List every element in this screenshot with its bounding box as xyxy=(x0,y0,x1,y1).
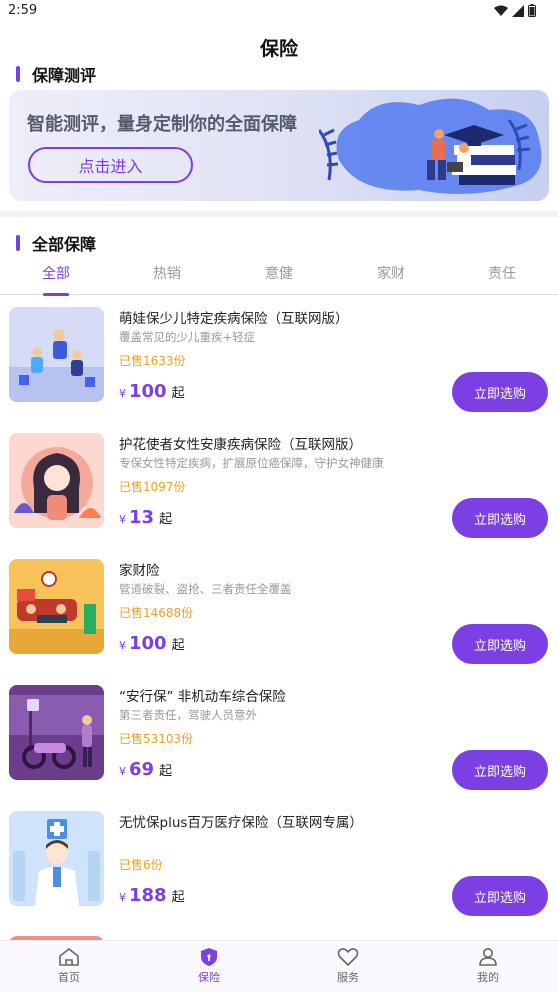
product-description: 专保女性特定疾病，扩展原位癌保障，守护女神健康 xyxy=(119,456,384,470)
product-price: ¥ 100 起 xyxy=(119,633,185,654)
assessment-enter-button[interactable]: 点击进入 xyxy=(28,147,193,183)
product-price: ¥ 188 起 xyxy=(119,885,185,906)
product-item[interactable]: 萌娃保少儿特定疾病保险（互联网版） 覆盖常见的少儿重疾+轻症 已售1633份 ¥… xyxy=(0,307,558,427)
nav-service-label: 服务 xyxy=(337,971,359,984)
buy-now-button[interactable]: 立即选购 xyxy=(452,372,548,412)
currency-symbol: ¥ xyxy=(119,387,126,400)
tab-home-property[interactable]: 家财 xyxy=(356,263,426,283)
price-unit: 起 xyxy=(171,890,185,905)
tab-liability[interactable]: 责任 xyxy=(467,263,537,283)
currency-symbol: ¥ xyxy=(119,891,126,904)
currency-symbol: ¥ xyxy=(119,765,126,778)
product-sold-count: 已售53103份 xyxy=(119,732,194,746)
product-sold-count: 已售14688份 xyxy=(119,606,194,620)
all-products-section-header: 全部保障 xyxy=(16,231,96,255)
product-price: ¥ 100 起 xyxy=(119,381,185,402)
battery-icon xyxy=(528,4,536,17)
nav-insurance[interactable]: 保险 xyxy=(174,947,244,985)
assessment-section-header: 保障测评 xyxy=(16,62,96,86)
product-sold-count: 已售1633份 xyxy=(119,354,186,368)
user-icon xyxy=(479,948,497,966)
product-sold-count: 已售6份 xyxy=(119,858,163,872)
product-sold-count: 已售1097份 xyxy=(119,480,186,494)
buy-now-button[interactable]: 立即选购 xyxy=(452,624,548,664)
currency-symbol: ¥ xyxy=(119,513,126,526)
product-price: ¥ 13 起 xyxy=(119,507,172,528)
nav-service[interactable]: 服务 xyxy=(313,947,383,985)
product-item[interactable]: 家财险 管道破裂、盗抢、三者责任全覆盖 已售14688份 ¥ 100 起 立即选… xyxy=(0,559,558,679)
product-item[interactable]: 无忧保plus百万医疗保险（互联网专属） 已售6份 ¥ 188 起 立即选购 xyxy=(0,811,558,931)
section-accent-bar xyxy=(16,66,20,82)
nav-mine[interactable]: 我的 xyxy=(453,947,523,985)
tab-accident-health[interactable]: 意健 xyxy=(244,263,314,283)
currency-symbol: ¥ xyxy=(119,639,126,652)
assessment-banner[interactable]: 智能测评，量身定制你的全面保障 点击进入 xyxy=(9,90,549,201)
product-description: 覆盖常见的少儿重疾+轻症 xyxy=(119,330,256,344)
buy-now-button[interactable]: 立即选购 xyxy=(452,876,548,916)
category-tabs: 全部 热销 意健 家财 责任 xyxy=(0,257,558,296)
nav-insurance-label: 保险 xyxy=(198,971,220,984)
product-price: ¥ 69 起 xyxy=(119,759,172,780)
tab-all[interactable]: 全部 xyxy=(21,263,91,283)
product-name: 家财险 xyxy=(119,563,160,579)
product-thumbnail-doctor xyxy=(9,811,104,906)
assessment-section-title: 保障测评 xyxy=(32,66,97,85)
home-icon xyxy=(59,948,79,966)
status-bar: 2:59 xyxy=(0,0,558,24)
status-icons xyxy=(494,4,536,17)
price-amount: 100 xyxy=(129,633,167,654)
page-title: 保险 xyxy=(259,38,298,60)
price-unit: 起 xyxy=(171,638,185,653)
price-amount: 69 xyxy=(129,759,155,780)
price-amount: 13 xyxy=(129,507,155,528)
product-item[interactable]: 护花使者女性安康疾病保险（互联网版） 专保女性特定疾病，扩展原位癌保障，守护女神… xyxy=(0,433,558,553)
price-amount: 188 xyxy=(129,885,167,906)
buy-now-button[interactable]: 立即选购 xyxy=(452,750,548,790)
product-thumbnail-woman xyxy=(9,433,104,528)
product-thumbnail-home xyxy=(9,559,104,654)
assessment-banner-text: 智能测评，量身定制你的全面保障 xyxy=(27,114,297,135)
price-amount: 100 xyxy=(129,381,167,402)
signal-icon xyxy=(512,4,524,17)
price-unit: 起 xyxy=(159,512,173,527)
bottom-navigation: 首页 保险 服务 我的 xyxy=(0,940,558,992)
section-divider xyxy=(0,211,558,217)
product-description: 管道破裂、盗抢、三者责任全覆盖 xyxy=(119,582,292,596)
status-time: 2:59 xyxy=(8,3,38,18)
nav-mine-label: 我的 xyxy=(477,971,499,984)
all-products-section-title: 全部保障 xyxy=(32,235,97,254)
product-item[interactable]: “安行保” 非机动车综合保险 第三者责任，驾驶人员意外 已售53103份 ¥ 6… xyxy=(0,685,558,805)
price-unit: 起 xyxy=(171,386,185,401)
section-accent-bar xyxy=(16,235,20,251)
product-description: 第三者责任，驾驶人员意外 xyxy=(119,708,257,722)
buy-now-button[interactable]: 立即选购 xyxy=(452,498,548,538)
study-illustration-icon xyxy=(319,98,542,194)
nav-home-label: 首页 xyxy=(58,971,80,984)
product-name: 护花使者女性安康疾病保险（互联网版） xyxy=(119,437,362,453)
product-name: 萌娃保少儿特定疾病保险（互联网版） xyxy=(119,311,349,327)
product-name: 无忧保plus百万医疗保险（互联网专属） xyxy=(119,815,363,831)
price-unit: 起 xyxy=(159,764,173,779)
heart-icon xyxy=(337,948,359,966)
product-thumbnail-scooter xyxy=(9,685,104,780)
shield-icon xyxy=(201,948,217,966)
wifi-icon xyxy=(494,5,508,16)
active-tab-indicator xyxy=(43,293,69,296)
product-name: “安行保” 非机动车综合保险 xyxy=(119,689,286,705)
product-thumbnail-kids xyxy=(9,307,104,402)
tab-hot[interactable]: 热销 xyxy=(132,263,202,283)
nav-home[interactable]: 首页 xyxy=(34,947,104,985)
